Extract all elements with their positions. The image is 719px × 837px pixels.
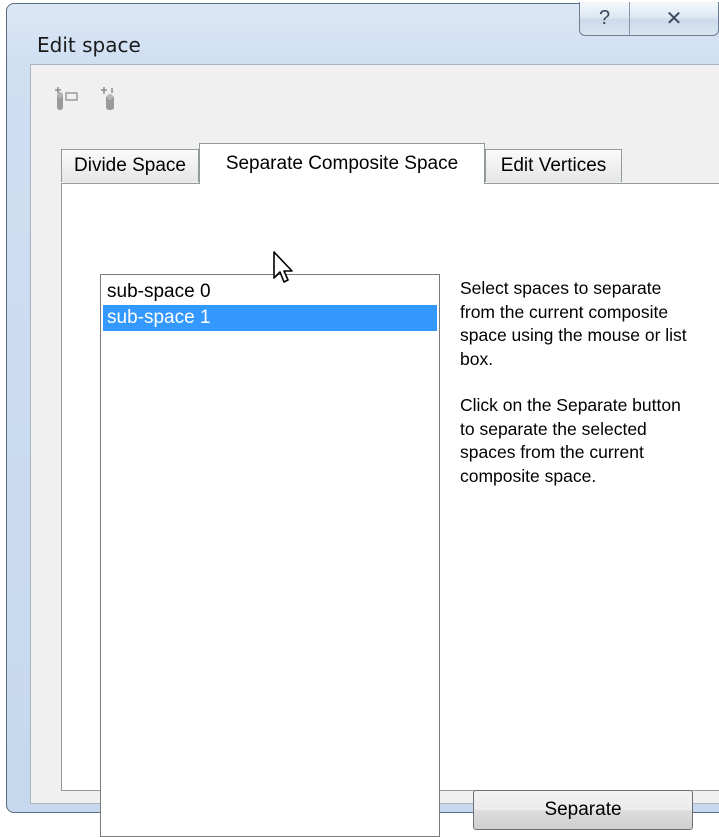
- help-button[interactable]: ?: [580, 2, 630, 35]
- sub-space-listbox[interactable]: sub-space 0 sub-space 1: [100, 274, 440, 837]
- close-icon: ✕: [665, 8, 683, 30]
- move-vertex-icon[interactable]: [95, 83, 125, 113]
- tab-edit-vertices[interactable]: Edit Vertices: [485, 149, 622, 182]
- tab-label: Separate Composite Space: [225, 153, 459, 174]
- toolbar: [51, 83, 125, 113]
- mouse-cursor-icon: [273, 251, 293, 283]
- separate-composite-space-panel: sub-space 0 sub-space 1 Select spaces to…: [61, 183, 719, 837]
- help-icon: ?: [598, 7, 611, 29]
- tab-divide-space[interactable]: Divide Space: [61, 149, 199, 182]
- list-item-sub-space-1[interactable]: sub-space 1: [103, 305, 437, 331]
- close-button[interactable]: ✕: [630, 2, 718, 35]
- tab-label: Divide Space: [74, 155, 186, 176]
- separate-button[interactable]: Separate: [473, 790, 693, 830]
- help-text: Select spaces to separate from the curre…: [460, 277, 700, 511]
- window-title: Edit space: [37, 33, 141, 57]
- tab-separate-composite-space[interactable]: Separate Composite Space: [199, 143, 485, 184]
- add-vertex-icon[interactable]: [51, 83, 81, 113]
- help-paragraph-2: Click on the Separate button to separate…: [460, 395, 681, 486]
- client-area: Divide Space Separate Composite Space Ed…: [30, 64, 719, 837]
- list-item-sub-space-0[interactable]: sub-space 0: [103, 279, 437, 305]
- help-paragraph-1: Select spaces to separate from the curre…: [460, 278, 687, 369]
- edit-space-window: Edit space ? ✕ Divide Space Separate Com…: [6, 2, 719, 837]
- title-bar[interactable]: Edit space ? ✕: [7, 2, 719, 66]
- caption-buttons: ? ✕: [579, 2, 719, 36]
- tab-label: Edit Vertices: [500, 155, 607, 176]
